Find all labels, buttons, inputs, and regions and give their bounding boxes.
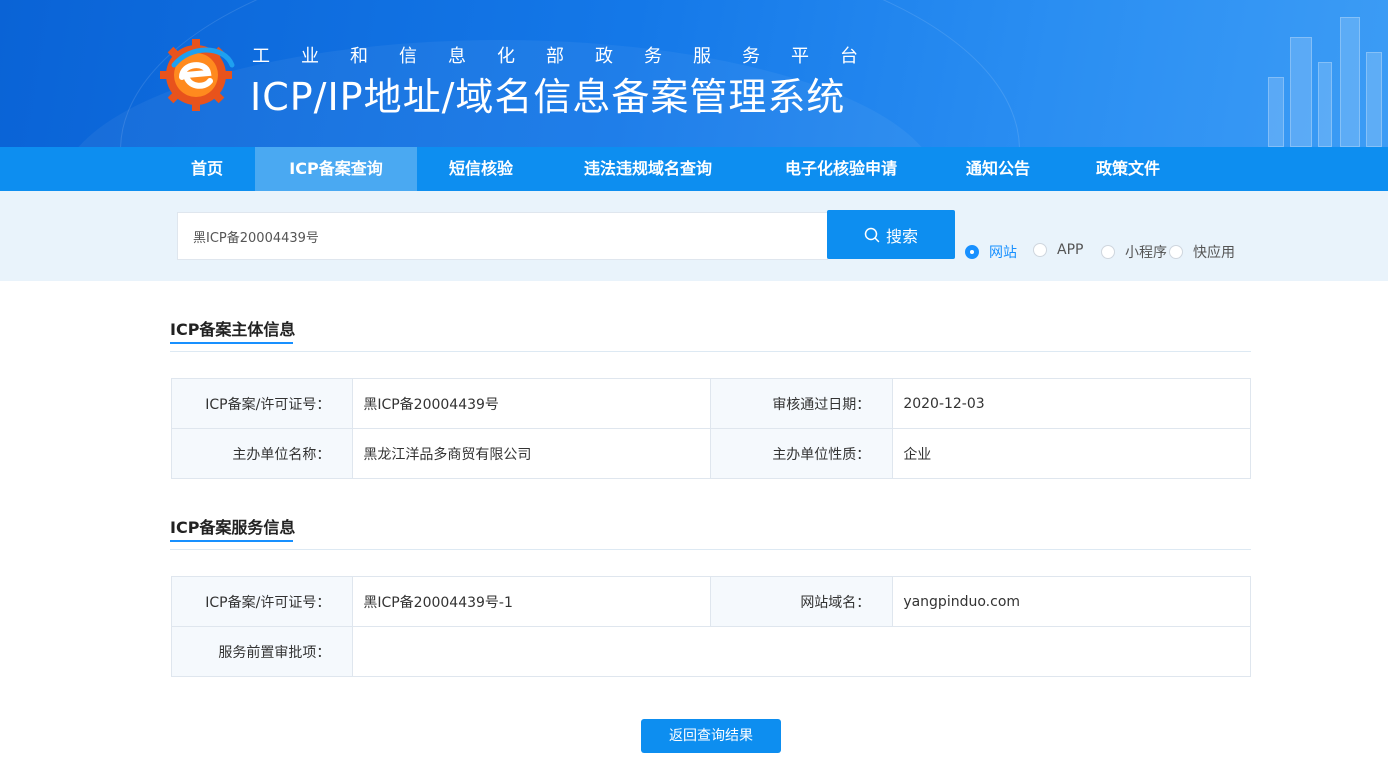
subject-info-table: ICP备案/许可证号： 黑ICP备20004439号 审核通过日期： 2020-… [170,378,1251,479]
radio-dot [965,245,979,259]
radio-label: 小程序 [1125,245,1167,261]
radio-dot [1169,245,1183,259]
search-button[interactable]: 搜索 [827,210,955,259]
section-underline [170,540,293,542]
nav-icp-query[interactable]: ICP备案查询 [255,147,417,191]
radio-label: 网站 [989,245,1017,261]
radio-mini-program[interactable]: 小程序 [1101,242,1167,262]
field-label: 服务前置审批项： [170,626,354,677]
table-row: 服务前置审批项： [170,626,1251,677]
section-divider [170,351,1251,352]
radio-dot [1101,245,1115,259]
radio-label: APP [1057,242,1084,258]
field-value: 黑ICP备20004439号-1 [352,576,711,627]
radio-website[interactable]: 网站 [965,242,1017,262]
field-value [352,626,1251,677]
field-value: 2020-12-03 [892,378,1251,429]
field-label: 审核通过日期： [709,378,894,429]
field-value: 黑龙江洋品多商贸有限公司 [352,428,711,479]
miit-logo-icon [160,39,235,111]
field-value: 黑ICP备20004439号 [352,378,711,429]
search-input[interactable] [177,212,828,260]
section-divider [170,549,1251,550]
table-row: 主办单位名称： 黑龙江洋品多商贸有限公司 主办单位性质： 企业 [170,428,1251,479]
nav-illegal-domain-query[interactable]: 违法违规域名查询 [562,147,734,191]
field-value: yangpinduo.com [892,576,1251,627]
section-title-service: ICP备案服务信息 [170,518,296,537]
radio-app[interactable]: APP [1033,242,1083,258]
search-area: 搜索 网站 APP 小程序 快应用 [0,191,1388,281]
main-nav: 首页 ICP备案查询 短信核验 违法违规域名查询 电子化核验申请 通知公告 政策… [0,147,1388,191]
field-label: ICP备案/许可证号： [170,576,354,627]
back-to-results-button[interactable]: 返回查询结果 [641,719,781,753]
skyline-decoration [1248,0,1388,147]
table-row: ICP备案/许可证号： 黑ICP备20004439号 审核通过日期： 2020-… [170,378,1251,429]
radio-dot [1033,243,1047,257]
nav-electronic-verify[interactable]: 电子化核验申请 [764,147,918,191]
nav-home[interactable]: 首页 [170,147,244,191]
radio-quick-app[interactable]: 快应用 [1169,242,1235,262]
system-title: ICP/IP地址/域名信息备案管理系统 [250,75,846,119]
field-label: 网站域名： [709,576,894,627]
search-icon [864,227,880,242]
header-banner: 工业和信息化部政务服务平台 ICP/IP地址/域名信息备案管理系统 [0,0,1388,147]
nav-sms-verify[interactable]: 短信核验 [430,147,532,191]
section-title-subject: ICP备案主体信息 [170,320,296,339]
field-label: ICP备案/许可证号： [170,378,354,429]
radio-label: 快应用 [1193,245,1235,261]
field-value: 企业 [892,428,1251,479]
field-label: 主办单位名称： [170,428,354,479]
field-label: 主办单位性质： [709,428,894,479]
nav-policy-docs[interactable]: 政策文件 [1078,147,1178,191]
section-underline [170,342,293,344]
service-info-table: ICP备案/许可证号： 黑ICP备20004439号-1 网站域名： yangp… [170,576,1251,677]
nav-notices[interactable]: 通知公告 [948,147,1048,191]
table-row: ICP备案/许可证号： 黑ICP备20004439号-1 网站域名： yangp… [170,576,1251,627]
search-button-label: 搜索 [885,226,918,246]
header-subtitle: 工业和信息化部政务服务平台 [252,46,889,67]
